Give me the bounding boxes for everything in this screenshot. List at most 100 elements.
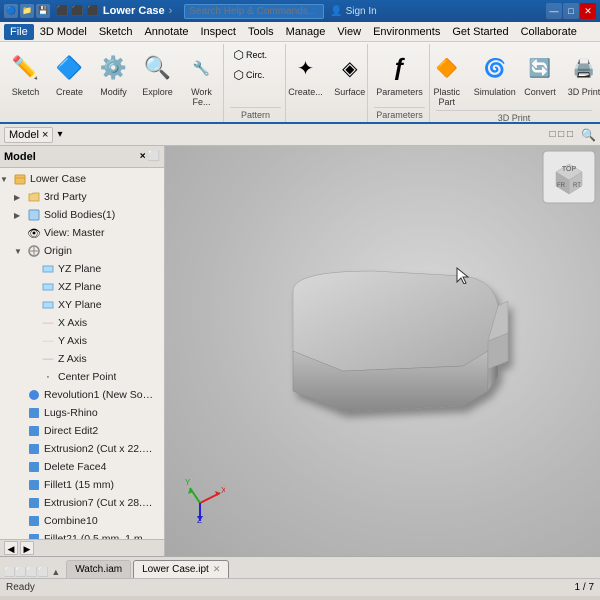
tree-item-y-axis[interactable]: —Y Axis [0,332,164,350]
ribbon-group-tools: 🔶 Plastic Part 🌀 Simulation 🔄 Convert 🖨️… [432,44,596,122]
viewport[interactable]: TOP FR RT X Y Z [165,146,600,556]
tree-item-z-axis[interactable]: —Z Axis [0,350,164,368]
ribbon-plastic-btn[interactable]: 🔶 Plastic Part [423,48,471,110]
quick-access-open[interactable]: 📁 [20,4,34,18]
sign-in-button[interactable]: 👤 Sign In [330,6,376,17]
quick-access-save[interactable]: 💾 [36,4,50,18]
tree-item-origin[interactable]: ▼Origin [0,242,164,260]
tree-item-xz-plane[interactable]: XZ Plane [0,278,164,296]
svg-text:X: X [221,486,225,495]
tree-item-yz-plane[interactable]: YZ Plane [0,260,164,278]
explore-icon: 🔍 [141,51,175,85]
panel-scroll: ◀ ▶ [0,539,164,556]
tree-arrow-3rd-party[interactable]: ▶ [14,193,26,202]
menu-tools[interactable]: Tools [242,24,280,40]
menu-annotate[interactable]: Annotate [138,24,194,40]
tree-item-view-master[interactable]: 👁View: Master [0,224,164,242]
ribbon-create-feature-btn[interactable]: ✦ Create... [284,48,327,100]
tree-arrow-lower-case[interactable]: ▼ [0,175,12,184]
tree-item-x-axis[interactable]: —X Axis [0,314,164,332]
title-bar: 🔵 📁 💾 ⬛ ⬛ ⬛ Lower Case › 👤 Sign In — □ ✕ [0,0,600,22]
model-tab[interactable]: Model × [4,127,53,143]
menu-collaborate[interactable]: Collaborate [515,24,583,40]
ribbon-sketch-btn[interactable]: ✏️ Sketch [5,48,47,100]
tab-close-icon[interactable]: ✕ [213,564,221,575]
menu-get-started[interactable]: Get Started [446,24,514,40]
tree-arrow-origin[interactable]: ▼ [14,247,26,256]
tree-item-fillet21[interactable]: Fillet21 (0.5 mm, 1 mm) [0,530,164,539]
tree-item-center-point[interactable]: ·Center Point [0,368,164,386]
ribbon-cs-buttons: ✦ Create... ◈ Surface [284,44,371,107]
ribbon-explore-btn[interactable]: 🔍 Explore [137,48,179,100]
tree-label-yz-plane: YZ Plane [58,263,101,275]
svg-text:FR: FR [557,183,566,189]
model-svg [243,261,523,441]
tree-item-direct-edit2[interactable]: Direct Edit2 [0,422,164,440]
tree-close-btn[interactable]: × [140,151,146,162]
close-button[interactable]: ✕ [580,3,596,19]
tree-item-3rd-party[interactable]: ▶ 3rd Party [0,188,164,206]
maximize-button[interactable]: □ [563,3,579,19]
search-input[interactable] [184,4,324,19]
tree-item-lugs-rhino[interactable]: Lugs-Rhino [0,404,164,422]
tree-icon-lugs-rhino [26,405,42,421]
ribbon-modify-btn[interactable]: ⚙️ Modify [93,48,135,100]
status-bar: Ready 1 / 7 [0,578,600,596]
tree-label-y-axis: Y Axis [58,335,87,347]
tree-label-3rd-party: 3rd Party [44,191,87,203]
tree-item-extrusion2[interactable]: Extrusion2 (Cut x 22.00000000 mm) [0,440,164,458]
ribbon-3dprint-btn[interactable]: 🖨️ 3D Print [563,48,600,100]
ribbon-main-buttons: ✏️ Sketch 🔷 Create ⚙️ Modify 🔍 Explore 🔧… [5,44,223,110]
tree-label-fillet1: Fillet1 (15 mm) [44,479,114,491]
ribbon-create-btn[interactable]: 🔷 Create [49,48,91,100]
ribbon: ✏️ Sketch 🔷 Create ⚙️ Modify 🔍 Explore 🔧… [0,42,600,124]
menu-sketch[interactable]: Sketch [93,24,139,40]
tree-item-extrusion7[interactable]: Extrusion7 (Cut x 28.50000000 mm) [0,494,164,512]
view-cube[interactable]: TOP FR RT [542,150,596,204]
tab-lower-case[interactable]: Lower Case.ipt ✕ [133,560,229,578]
tree-arrow-solid-bodies[interactable]: ▶ [14,211,26,220]
minimize-button[interactable]: — [546,3,562,19]
parameters-icon: ƒ [383,51,417,85]
ribbon-convert-btn[interactable]: 🔄 Convert [519,48,561,100]
scroll-left-btn[interactable]: ◀ [4,541,18,555]
ribbon-parameters-btn[interactable]: ƒ Parameters [372,48,427,100]
ribbon-pattern-btn2[interactable]: ⬡ Circ. [231,66,281,84]
tree-item-delete-face4[interactable]: Delete Face4 [0,458,164,476]
menu-file[interactable]: File [4,24,34,40]
ribbon-surface-btn[interactable]: ◈ Surface [329,48,371,100]
tree-label-combine10: Combine10 [44,515,98,527]
svg-text:RT: RT [573,183,581,189]
tab-lower-case-label: Lower Case.ipt [142,564,209,575]
surface-icon: ◈ [333,51,367,85]
tree-expand-btn[interactable]: ⬜ [148,151,160,162]
ribbon-pattern-btn1[interactable]: ⬡ Rect. [231,46,281,64]
main-area: Model × ⬜ ▼Lower Case ▶ 3rd Party ▶Solid Bo… [0,146,600,556]
tree-icon-lower-case [12,171,28,187]
menu-manage[interactable]: Manage [280,24,332,40]
ribbon-simulation-btn[interactable]: 🌀 Simulation [473,48,518,100]
ribbon-params-buttons: ƒ Parameters [372,44,427,107]
tree-label-delete-face4: Delete Face4 [44,461,106,473]
ribbon-workfeatures-btn[interactable]: 🔧 Work Fe... [181,48,223,110]
tree-search-btn[interactable]: 🔍 [581,128,596,142]
tree-item-lower-case[interactable]: ▼Lower Case [0,170,164,188]
tree-item-xy-plane[interactable]: XY Plane [0,296,164,314]
menu-environments[interactable]: Environments [367,24,446,40]
tree-body: ▼Lower Case ▶ 3rd Party ▶Solid Bodies(1)👁Vi… [0,168,164,539]
plastic-icon: 🔶 [430,51,464,85]
model-tab-label[interactable]: Model [4,151,136,163]
tab-watch-iam[interactable]: Watch.iam [66,560,131,578]
tree-item-solid-bodies[interactable]: ▶Solid Bodies(1) [0,206,164,224]
menu-3d-model[interactable]: 3D Model [34,24,93,40]
toolbar-dropdown-arrow[interactable]: ▾ [57,129,62,140]
pattern-label-2: Circ. [246,70,265,80]
menu-bar: File 3D Model Sketch Annotate Inspect To… [0,22,600,42]
tree-item-revolution1[interactable]: Revolution1 (New Solid x 90 deg) [0,386,164,404]
menu-inspect[interactable]: Inspect [195,24,242,40]
tree-item-fillet1[interactable]: Fillet1 (15 mm) [0,476,164,494]
tree-icon-solid-bodies [26,207,42,223]
tree-item-combine10[interactable]: Combine10 [0,512,164,530]
scroll-right-btn[interactable]: ▶ [20,541,34,555]
menu-view[interactable]: View [331,24,367,40]
